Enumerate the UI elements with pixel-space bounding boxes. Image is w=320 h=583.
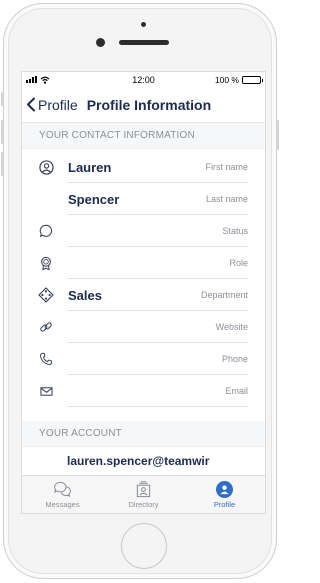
username-text: lauren.spencer@teamwir — [67, 454, 210, 467]
account-username[interactable]: lauren.spencer@teamwir — [22, 447, 265, 467]
status-bar: 12:00 100 % — [22, 72, 265, 87]
volume-down-button[interactable] — [1, 152, 4, 176]
phone-field[interactable]: Phone — [22, 343, 265, 375]
contact-section-title: YOUR CONTACT INFORMATION — [22, 123, 265, 149]
phone-frame: 12:00 100 % Profile Profile Information … — [3, 3, 277, 579]
field-label: Phone — [221, 354, 248, 364]
battery-icon — [242, 75, 263, 84]
envelope-icon — [22, 386, 68, 397]
badge-icon — [22, 256, 68, 271]
phone-icon — [22, 352, 68, 366]
department-icon — [22, 287, 68, 303]
tab-label: Messages — [45, 499, 80, 509]
tab-bar: Messages Directory Profile — [22, 475, 265, 513]
website-field[interactable]: Website — [22, 311, 265, 343]
first-name-field[interactable]: Lauren First name — [22, 151, 265, 183]
directory-icon — [136, 480, 151, 497]
field-label: Last name — [205, 194, 248, 204]
field-label: Email — [225, 386, 248, 396]
role-field[interactable]: Role — [22, 247, 265, 279]
field-label: Status — [222, 226, 248, 236]
home-button[interactable] — [121, 523, 167, 569]
email-field[interactable]: Email — [22, 375, 265, 407]
earpiece-speaker — [119, 40, 169, 45]
field-value: Spencer — [68, 191, 120, 207]
back-label: Profile — [38, 96, 78, 113]
tab-label: Directory — [128, 499, 159, 509]
speech-bubble-icon — [22, 224, 68, 238]
status-time: 12:00 — [132, 74, 155, 85]
last-name-field[interactable]: Spencer Last name — [22, 183, 265, 215]
contact-fields: Lauren First name Spencer Last name Stat… — [22, 149, 265, 407]
profile-icon — [216, 480, 233, 498]
department-field[interactable]: Sales Department — [22, 279, 265, 311]
account-section-title: YOUR ACCOUNT — [22, 421, 265, 447]
silent-switch[interactable] — [1, 92, 4, 106]
person-icon — [22, 159, 68, 175]
tab-messages[interactable]: Messages — [22, 476, 103, 513]
tab-label: Profile — [213, 499, 236, 509]
field-label: Website — [215, 322, 248, 332]
nav-header: Profile Profile Information — [22, 87, 265, 123]
field-value: Lauren — [68, 159, 112, 175]
status-field[interactable]: Status — [22, 215, 265, 247]
tab-directory[interactable]: Directory — [103, 476, 184, 513]
field-value: Sales — [68, 287, 102, 303]
link-icon — [22, 320, 68, 334]
power-button[interactable] — [276, 120, 279, 150]
field-label: Role — [229, 258, 248, 268]
field-label: Department — [200, 290, 248, 300]
back-button[interactable]: Profile — [26, 97, 78, 113]
front-camera — [96, 38, 105, 47]
chevron-left-icon — [27, 97, 35, 112]
tab-profile[interactable]: Profile — [184, 476, 265, 513]
messages-icon — [54, 481, 71, 497]
page-title: Profile Information — [86, 96, 212, 113]
volume-up-button[interactable] — [1, 120, 4, 144]
screen: 12:00 100 % Profile Profile Information … — [21, 71, 266, 514]
field-label: First name — [205, 162, 248, 172]
proximity-sensor — [141, 22, 146, 27]
